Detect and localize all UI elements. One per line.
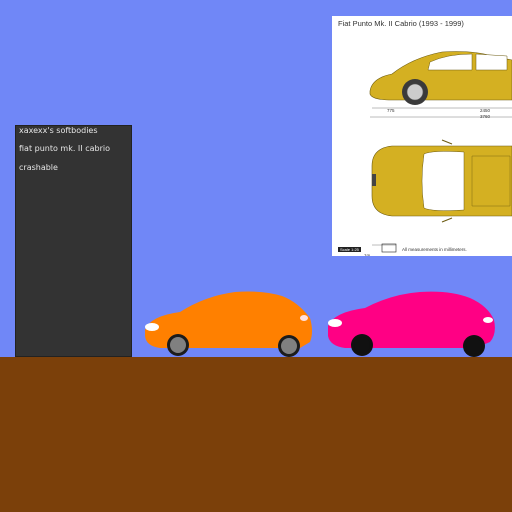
blueprint-top-view bbox=[371, 139, 512, 253]
blueprint-note: All measurements in millimeters. bbox=[402, 247, 467, 252]
blueprint-image: Fiat Punto Mk. II Cabrio (1993 - 1999) 7… bbox=[332, 16, 512, 256]
game-scene: xaxexx's softbodies fiat punto mk. II ca… bbox=[0, 0, 512, 512]
blueprint-scale-1m: 1m bbox=[364, 253, 371, 256]
blueprint-scale: Scale 1:25 bbox=[338, 247, 361, 252]
